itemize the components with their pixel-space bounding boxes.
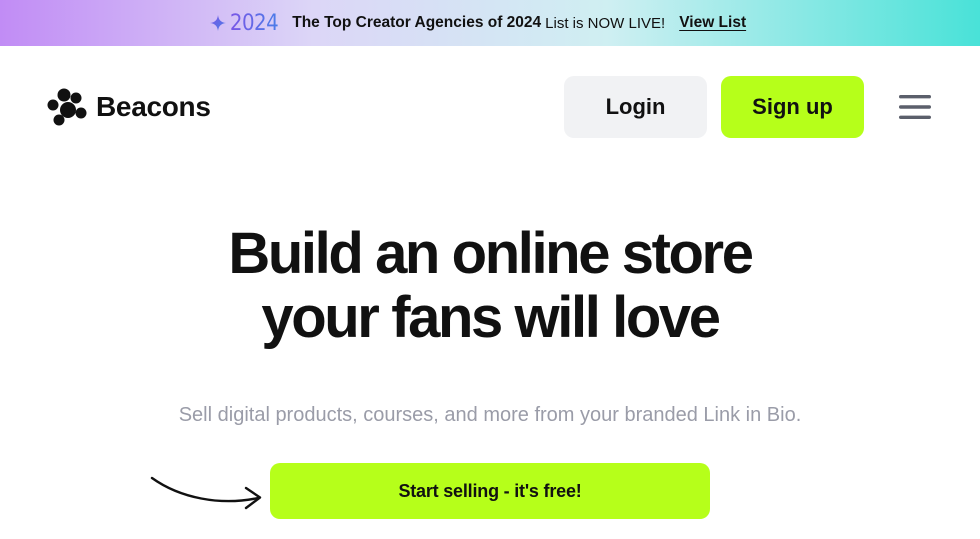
start-selling-button[interactable]: Start selling - it's free! <box>270 463 710 519</box>
signup-button[interactable]: Sign up <box>721 76 864 138</box>
logo-text: Beacons <box>96 91 211 122</box>
curved-arrow-icon <box>150 476 262 510</box>
paw-dots-icon <box>47 88 87 126</box>
login-button[interactable]: Login <box>564 76 707 138</box>
hero-subtitle: Sell digital products, courses, and more… <box>178 404 802 426</box>
banner-year: 2024 <box>229 10 279 36</box>
hero-title-line-2: your fans will love <box>261 285 721 350</box>
sparkle-icon <box>209 15 226 31</box>
announcement-content: 2024 The Top Creator Agencies of 2024 Li… <box>209 10 746 36</box>
hero-title-line-1: Build an online store <box>228 221 754 286</box>
hero-title: Build an online store your fans will lov… <box>0 222 980 350</box>
beacons-logo[interactable]: Beacons <box>47 88 211 126</box>
hamburger-menu-icon[interactable] <box>898 92 932 122</box>
view-list-link[interactable]: View List <box>679 14 746 32</box>
banner-suffix: List is NOW LIVE! <box>545 14 666 32</box>
announcement-banner: 2024 The Top Creator Agencies of 2024 Li… <box>0 0 980 46</box>
banner-headline: The Top Creator Agencies of 2024 <box>292 14 542 31</box>
site-header: Beacons Login Sign up <box>0 46 980 166</box>
